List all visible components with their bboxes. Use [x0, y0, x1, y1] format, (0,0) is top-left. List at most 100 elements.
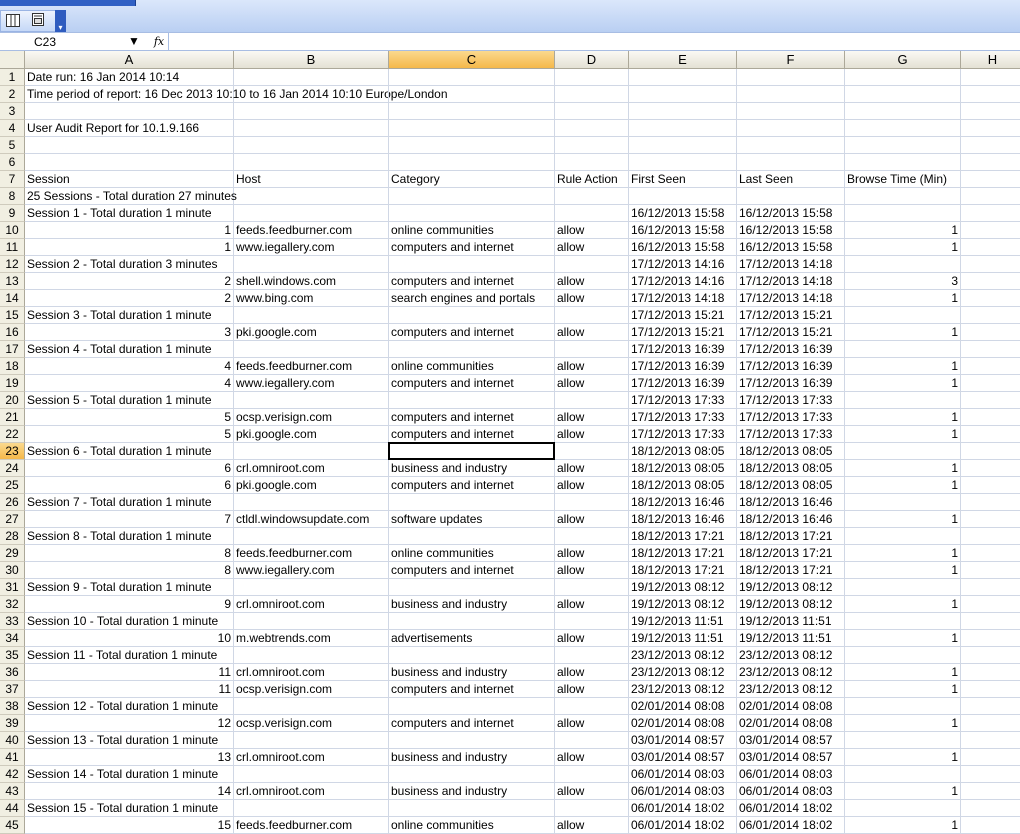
cell-c20[interactable] — [389, 392, 555, 409]
cell-f7[interactable]: Last Seen — [737, 171, 845, 188]
cell-h36[interactable] — [961, 664, 1020, 681]
row-header[interactable]: 31 — [0, 579, 25, 596]
cell-d17[interactable] — [555, 341, 629, 358]
cell-d43[interactable]: allow — [555, 783, 629, 800]
cell-g38[interactable] — [845, 698, 961, 715]
cell-a1[interactable]: Date run: 16 Jan 2014 10:14 — [25, 69, 234, 86]
cell-h37[interactable] — [961, 681, 1020, 698]
row-header[interactable]: 19 — [0, 375, 25, 392]
cell-b15[interactable] — [234, 307, 389, 324]
cell-a25[interactable]: 6 — [25, 477, 234, 494]
cell-g29[interactable]: 1 — [845, 545, 961, 562]
cell-a33[interactable]: Session 10 - Total duration 1 minute — [25, 613, 234, 630]
toolbar-options-icon[interactable]: ▾ — [55, 10, 66, 32]
cell-b22[interactable]: pki.google.com — [234, 426, 389, 443]
cell-f14[interactable]: 17/12/2013 14:18 — [737, 290, 845, 307]
column-header-b[interactable]: B — [234, 51, 389, 69]
cell-d14[interactable]: allow — [555, 290, 629, 307]
row-header[interactable]: 10 — [0, 222, 25, 239]
cell-g30[interactable]: 1 — [845, 562, 961, 579]
cell-g5[interactable] — [845, 137, 961, 154]
cell-a23[interactable]: Session 6 - Total duration 1 minute — [25, 443, 234, 460]
cell-c1[interactable] — [389, 69, 555, 86]
cell-e20[interactable]: 17/12/2013 17:33 — [629, 392, 737, 409]
formula-input[interactable] — [168, 33, 1020, 50]
cell-g32[interactable]: 1 — [845, 596, 961, 613]
cell-f31[interactable]: 19/12/2013 08:12 — [737, 579, 845, 596]
cell-b26[interactable] — [234, 494, 389, 511]
cell-g23[interactable] — [845, 443, 961, 460]
cell-a12[interactable]: Session 2 - Total duration 3 minutes — [25, 256, 234, 273]
cell-d9[interactable] — [555, 205, 629, 222]
cell-d44[interactable] — [555, 800, 629, 817]
cell-f13[interactable]: 17/12/2013 14:18 — [737, 273, 845, 290]
cell-g20[interactable] — [845, 392, 961, 409]
cell-h30[interactable] — [961, 562, 1020, 579]
cell-d34[interactable]: allow — [555, 630, 629, 647]
cell-d23[interactable] — [555, 443, 629, 460]
cell-c40[interactable] — [389, 732, 555, 749]
cell-c27[interactable]: software updates — [389, 511, 555, 528]
cell-h25[interactable] — [961, 477, 1020, 494]
cell-h14[interactable] — [961, 290, 1020, 307]
cell-e23[interactable]: 18/12/2013 08:05 — [629, 443, 737, 460]
cell-f17[interactable]: 17/12/2013 16:39 — [737, 341, 845, 358]
cell-h41[interactable] — [961, 749, 1020, 766]
cell-f10[interactable]: 16/12/2013 15:58 — [737, 222, 845, 239]
cell-h4[interactable] — [961, 120, 1020, 137]
cell-e16[interactable]: 17/12/2013 15:21 — [629, 324, 737, 341]
cell-d6[interactable] — [555, 154, 629, 171]
cell-b5[interactable] — [234, 137, 389, 154]
cell-h44[interactable] — [961, 800, 1020, 817]
cell-a35[interactable]: Session 11 - Total duration 1 minute — [25, 647, 234, 664]
cell-a8[interactable]: 25 Sessions - Total duration 27 minutes — [25, 188, 237, 205]
cell-c23[interactable] — [389, 443, 555, 460]
cell-h27[interactable] — [961, 511, 1020, 528]
cell-e43[interactable]: 06/01/2014 08:03 — [629, 783, 737, 800]
row-header[interactable]: 15 — [0, 307, 25, 324]
cell-g15[interactable] — [845, 307, 961, 324]
row-header[interactable]: 12 — [0, 256, 25, 273]
cell-c4[interactable] — [389, 120, 555, 137]
cell-b17[interactable] — [234, 341, 389, 358]
cell-g8[interactable] — [845, 188, 961, 205]
cell-h18[interactable] — [961, 358, 1020, 375]
cell-e6[interactable] — [629, 154, 737, 171]
cell-a31[interactable]: Session 9 - Total duration 1 minute — [25, 579, 234, 596]
cell-c30[interactable]: computers and internet — [389, 562, 555, 579]
cell-h10[interactable] — [961, 222, 1020, 239]
cell-g41[interactable]: 1 — [845, 749, 961, 766]
cell-c39[interactable]: computers and internet — [389, 715, 555, 732]
cell-b27[interactable]: ctldl.windowsupdate.com — [234, 511, 389, 528]
cell-d1[interactable] — [555, 69, 629, 86]
cell-a16[interactable]: 3 — [25, 324, 234, 341]
cell-g37[interactable]: 1 — [845, 681, 961, 698]
cell-d5[interactable] — [555, 137, 629, 154]
cell-c13[interactable]: computers and internet — [389, 273, 555, 290]
cell-h32[interactable] — [961, 596, 1020, 613]
cell-c43[interactable]: business and industry — [389, 783, 555, 800]
cell-e10[interactable]: 16/12/2013 15:58 — [629, 222, 737, 239]
cell-g13[interactable]: 3 — [845, 273, 961, 290]
cell-e8[interactable] — [629, 188, 737, 205]
cell-b40[interactable] — [234, 732, 389, 749]
cell-a22[interactable]: 5 — [25, 426, 234, 443]
cell-h7[interactable] — [961, 171, 1020, 188]
row-header[interactable]: 22 — [0, 426, 25, 443]
cell-a13[interactable]: 2 — [25, 273, 234, 290]
cell-b20[interactable] — [234, 392, 389, 409]
cell-f36[interactable]: 23/12/2013 08:12 — [737, 664, 845, 681]
cell-b21[interactable]: ocsp.verisign.com — [234, 409, 389, 426]
cell-e14[interactable]: 17/12/2013 14:18 — [629, 290, 737, 307]
cell-h23[interactable] — [961, 443, 1020, 460]
cell-a9[interactable]: Session 1 - Total duration 1 minute — [25, 205, 234, 222]
cell-b42[interactable] — [234, 766, 389, 783]
row-header[interactable]: 9 — [0, 205, 25, 222]
cell-d2[interactable] — [555, 86, 629, 103]
cell-g18[interactable]: 1 — [845, 358, 961, 375]
cell-a44[interactable]: Session 15 - Total duration 1 minute — [25, 800, 234, 817]
cell-d8[interactable] — [555, 188, 629, 205]
cell-g9[interactable] — [845, 205, 961, 222]
cell-a29[interactable]: 8 — [25, 545, 234, 562]
row-header[interactable]: 18 — [0, 358, 25, 375]
